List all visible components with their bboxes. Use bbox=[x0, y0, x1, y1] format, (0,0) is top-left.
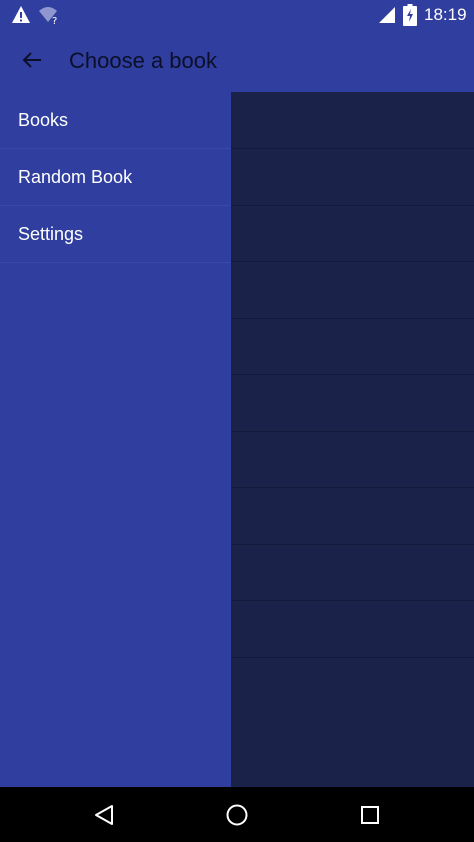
list-divider bbox=[231, 148, 474, 149]
drawer-item-label: Random Book bbox=[18, 167, 133, 187]
nav-recents-button[interactable] bbox=[350, 795, 390, 835]
signal-icon bbox=[379, 7, 395, 23]
drawer-item-books[interactable]: Books bbox=[0, 92, 231, 149]
back-triangle-icon bbox=[95, 805, 113, 825]
wifi-question-icon: ? bbox=[39, 7, 57, 25]
home-circle-icon bbox=[226, 804, 248, 826]
drawer-item-label: Settings bbox=[18, 224, 84, 244]
system-nav-bar bbox=[0, 787, 474, 842]
nav-home-button[interactable] bbox=[217, 795, 257, 835]
status-bar: ? 18:19 bbox=[0, 0, 474, 30]
app-screen: ? 18:19 Choose a book Books Random Book … bbox=[0, 0, 474, 842]
list-divider bbox=[231, 374, 474, 375]
list-divider bbox=[231, 205, 474, 206]
recents-square-icon bbox=[361, 806, 379, 824]
list-divider bbox=[231, 657, 474, 658]
list-divider bbox=[231, 600, 474, 601]
drawer-item-label: Books bbox=[18, 110, 69, 130]
app-toolbar: Choose a book bbox=[0, 30, 474, 92]
back-button[interactable] bbox=[14, 42, 50, 78]
drawer-item-settings[interactable]: Settings bbox=[0, 206, 231, 263]
list-divider bbox=[231, 487, 474, 488]
svg-text:?: ? bbox=[52, 16, 57, 25]
warning-icon bbox=[12, 6, 30, 23]
status-time: 18:19 bbox=[424, 5, 467, 24]
arrow-back-icon bbox=[22, 52, 41, 68]
navigation-drawer: Books Random Book Settings bbox=[0, 92, 231, 787]
list-divider bbox=[231, 431, 474, 432]
list-divider bbox=[231, 261, 474, 262]
page-title: Choose a book bbox=[69, 48, 217, 73]
battery-charging-icon bbox=[403, 4, 417, 26]
list-divider bbox=[231, 318, 474, 319]
list-divider bbox=[231, 544, 474, 545]
nav-back-button[interactable] bbox=[84, 795, 124, 835]
drawer-item-random-book[interactable]: Random Book bbox=[0, 149, 231, 206]
